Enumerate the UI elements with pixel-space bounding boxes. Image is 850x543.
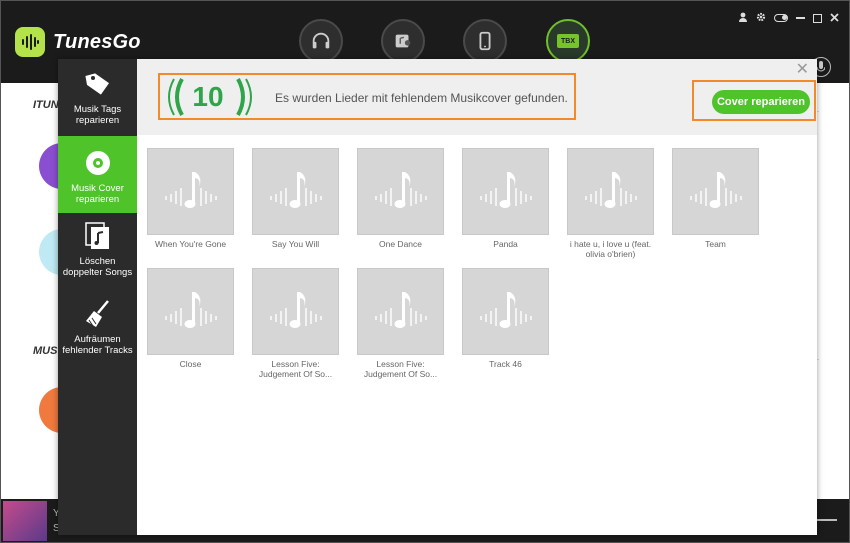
music-note-icon [269,171,322,208]
sidebar-item-fix-cover[interactable]: Musik Cover reparieren [58,136,137,213]
background-section-label: MUS [33,345,58,357]
sidebar-item-label: Musik Tags reparieren [73,104,122,126]
song-title: One Dance [379,239,422,249]
fix-button-highlight: Cover reparieren [692,80,816,121]
missing-cover-message: Es wurden Lieder mit fehlendem Musikcove… [275,91,568,105]
dialog-close-icon[interactable]: ✕ [796,62,809,78]
music-note-icon [164,291,217,328]
tag-icon [83,69,113,99]
song-title: Say You Will [271,239,320,249]
sidebar-item-fix-tags[interactable]: Musik Tags reparieren [58,69,137,139]
nav-video-button[interactable] [381,19,425,63]
result-header: 10 Es wurden Lieder mit fehlendem Musikc… [137,59,817,135]
headphones-icon [312,32,330,49]
media-icon [395,34,411,48]
song-title: Panda [493,239,518,249]
sidebar-item-cleanup-tracks[interactable]: Aufräumen fehlender Tracks [58,299,137,369]
maximize-icon[interactable] [813,13,822,23]
sidebar-item-label: Aufräumen fehlender Tracks [62,334,133,356]
missing-cover-placeholder [672,148,759,235]
missing-cover-placeholder [357,148,444,235]
logo-icon [15,27,45,57]
song-card[interactable]: When You're Gone [147,148,234,249]
toolbox-dialog: Musik Tags reparieren Musik Cover repari… [58,59,817,535]
toolbox-sidebar: Musik Tags reparieren Musik Cover repari… [58,59,137,535]
gear-icon[interactable] [756,11,766,25]
song-card[interactable]: Close [147,268,234,369]
song-card[interactable]: Lesson Five: Judgement Of So... [357,268,444,379]
song-title: Team [705,239,726,249]
music-note-icon [479,291,532,328]
song-card[interactable]: i hate u, i love u (feat. olivia o'brien… [567,148,654,259]
sidebar-item-remove-duplicates[interactable]: Löschen doppelter Songs [58,221,137,291]
album-thumbnail[interactable] [3,501,47,541]
sidebar-item-label: Löschen doppelter Songs [62,256,133,278]
missing-cover-count: 10 [192,81,224,112]
song-title: Lesson Five: Judgement Of So... [363,359,438,379]
nav-device-button[interactable] [463,19,507,63]
missing-cover-placeholder [147,268,234,355]
minimize-icon[interactable] [796,17,805,19]
close-icon[interactable] [830,11,839,25]
nav-music-button[interactable] [299,19,343,63]
missing-cover-placeholder [462,148,549,235]
music-note-icon [584,171,637,208]
missing-cover-summary: 10 Es wurden Lieder mit fehlendem Musikc… [158,73,576,120]
background-section-label: ITUN [33,99,59,111]
missing-cover-placeholder [252,148,339,235]
toggle-icon[interactable] [774,14,788,22]
song-title: Lesson Five: Judgement Of So... [258,359,333,379]
fix-cover-button[interactable]: Cover reparieren [712,90,810,114]
song-card[interactable]: Lesson Five: Judgement Of So... [252,268,339,379]
missing-cover-placeholder [252,268,339,355]
music-note-icon [689,171,742,208]
song-title: Close [179,359,202,369]
song-title: Track 46 [489,359,522,369]
song-card[interactable]: Say You Will [252,148,339,249]
song-card[interactable]: One Dance [357,148,444,249]
song-title: When You're Gone [154,239,227,249]
song-card[interactable]: Team [672,148,759,249]
app-name: TunesGo [53,30,141,53]
logo: TunesGo [15,27,141,57]
duplicate-song-icon [83,221,113,251]
missing-cover-placeholder [462,268,549,355]
window-controls [738,11,839,25]
volume-slider[interactable] [817,519,837,521]
nav-toolbox-button[interactable]: TBX [546,19,590,63]
phone-icon [479,31,491,51]
music-note-icon [269,291,322,328]
missing-cover-placeholder [567,148,654,235]
missing-cover-placeholder [147,148,234,235]
song-card[interactable]: Track 46 [462,268,549,369]
disc-icon [83,148,113,178]
missing-cover-placeholder [357,268,444,355]
music-note-icon [164,171,217,208]
music-note-icon [374,171,427,208]
user-icon[interactable] [738,11,748,25]
music-note-icon [479,171,532,208]
toolbox-icon: TBX [557,34,579,48]
song-title: i hate u, i love u (feat. olivia o'brien… [569,239,652,259]
broom-icon [83,299,113,329]
song-card[interactable]: Panda [462,148,549,249]
app-window: TunesGo TBX ITUN MUS Y S Musik Tags repa… [0,0,850,543]
music-note-icon [374,291,427,328]
sidebar-item-label: Musik Cover reparieren [71,183,124,205]
